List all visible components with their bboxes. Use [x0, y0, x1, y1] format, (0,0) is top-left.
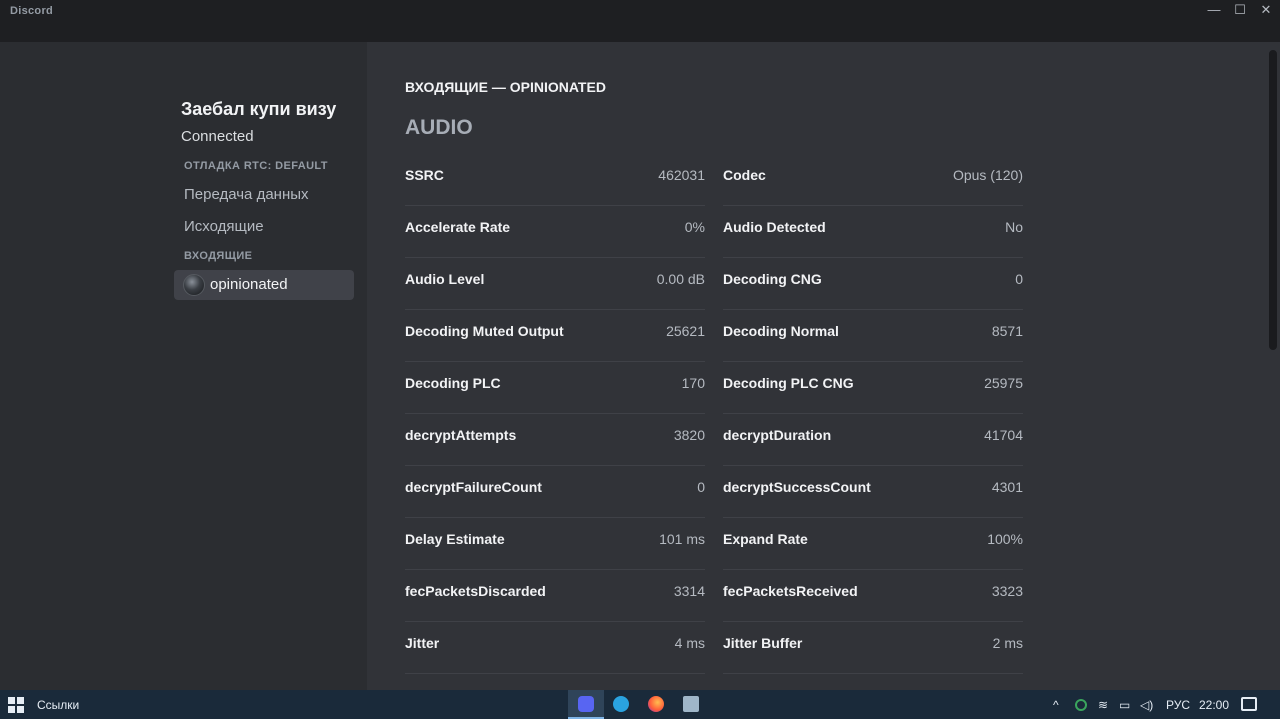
clock[interactable]: 22:00 [1199, 698, 1229, 712]
scrollbar-thumb[interactable] [1269, 50, 1277, 350]
stat-row: decryptAttempts 3820 [405, 414, 705, 466]
stat-row: decryptSuccessCount 4301 [723, 466, 1023, 518]
stat-row: SSRC 462031 [405, 154, 705, 206]
sidebar-item-outgoing[interactable]: Исходящие [174, 212, 354, 242]
sidebar-item-incoming-user[interactable]: opinionated [174, 270, 354, 300]
stat-label: Decoding PLC CNG [723, 375, 854, 391]
sidebar-item-label: opinionated [210, 276, 288, 293]
sidebar-item-label: Передача данных [184, 186, 309, 203]
stat-value: 2 ms [992, 635, 1023, 651]
stat-label: Decoding Normal [723, 323, 839, 339]
stat-label: fecPacketsReceived [723, 583, 858, 599]
taskbar-app-telegram[interactable] [603, 690, 639, 719]
debug-header: ОТЛАДКА RTC: DEFAULT [184, 160, 328, 172]
stat-value: 41704 [984, 427, 1023, 443]
stat-row: Decoding CNG 0 [723, 258, 1023, 310]
taskbar: Ссылки ^ ≋ ▭ ◁) РУС 22:00 [0, 690, 1280, 719]
stat-value: 8571 [991, 323, 1023, 339]
settings-sidebar: Заебал купи визу Connected ОТЛАДКА RTC: … [0, 42, 367, 690]
stat-value: 4301 [991, 479, 1023, 495]
stat-value: Opus (120) [952, 167, 1023, 183]
stat-row: Decoding Normal 8571 [723, 310, 1023, 362]
stat-label: Decoding CNG [723, 271, 822, 287]
stat-label: fecPacketsDiscarded [405, 583, 546, 599]
stat-value: 3323 [991, 583, 1023, 599]
connection-status: Connected [181, 128, 254, 145]
app-window: Заебал купи визу Connected ОТЛАДКА RTC: … [0, 22, 1280, 690]
stat-label: Decoding Muted Output [405, 323, 564, 339]
stat-value: 4 ms [674, 635, 705, 651]
desktop-app-icon [683, 696, 699, 712]
stat-label: Jitter Buffer [723, 635, 803, 651]
close-button[interactable]: ✕ [1251, 0, 1280, 22]
avatar [183, 274, 205, 296]
stat-value: 25975 [984, 375, 1023, 391]
audio-section-heading: AUDIO [405, 116, 473, 139]
stat-value: No [1005, 219, 1023, 235]
sidebar-item-transport[interactable]: Передача данных [174, 180, 354, 210]
stat-value: 170 [681, 375, 705, 391]
stat-row: Decoding PLC CNG 25975 [723, 362, 1023, 414]
stat-row: Delay Estimate 101 ms [405, 518, 705, 570]
incoming-header: ВХОДЯЩИЕ [184, 250, 253, 262]
stat-value: 3820 [673, 427, 705, 443]
taskbar-app-discord[interactable] [568, 690, 604, 719]
stat-row: Decoding PLC 170 [405, 362, 705, 414]
stat-label: Expand Rate [723, 531, 808, 547]
stat-label: Delay Estimate [405, 531, 505, 547]
stat-label: Codec [723, 167, 766, 183]
taskbar-app-firefox[interactable] [638, 690, 674, 719]
stats-panel: ВХОДЯЩИЕ — OPINIONATED AUDIO SSRC 462031 … [367, 42, 1280, 690]
stat-label: decryptDuration [723, 427, 832, 443]
stat-row: decryptFailureCount 0 [405, 466, 705, 518]
stat-value: 100% [987, 531, 1023, 547]
stat-row: Decoding Muted Output 25621 [405, 310, 705, 362]
stat-label: SSRC [405, 167, 444, 183]
stat-value: 0.00 dB [656, 271, 705, 287]
stat-row: decryptDuration 41704 [723, 414, 1023, 466]
stat-value: 101 ms [659, 531, 705, 547]
battery-icon[interactable]: ▭ [1119, 698, 1130, 712]
title-bar: Discord — ☐ ✕ [0, 0, 1280, 22]
volume-icon[interactable]: ◁) [1140, 698, 1153, 712]
firefox-icon [648, 696, 664, 712]
wifi-icon[interactable]: ≋ [1098, 698, 1108, 712]
app-title: Discord [10, 5, 54, 17]
stat-value: 25621 [666, 323, 705, 339]
stat-label: Decoding PLC [405, 375, 501, 391]
stat-value: 0% [684, 219, 705, 235]
taskbar-links-label[interactable]: Ссылки [37, 698, 79, 712]
stat-row: fecPacketsReceived 3323 [723, 570, 1023, 622]
stat-value: 0 [697, 479, 705, 495]
stat-label: Audio Level [405, 271, 485, 287]
stat-row: Codec Opus (120) [723, 154, 1023, 206]
stat-label: Accelerate Rate [405, 219, 511, 235]
discord-icon [578, 696, 594, 712]
stat-row: Expand Rate 100% [723, 518, 1023, 570]
sidebar-item-label: Исходящие [184, 218, 264, 235]
stat-label: decryptAttempts [405, 427, 517, 443]
stat-label: Jitter [405, 635, 440, 651]
stat-value: 462031 [658, 167, 705, 183]
taskbar-app-desktop[interactable] [673, 690, 709, 719]
notifications-icon[interactable] [1241, 697, 1257, 711]
stat-label: decryptFailureCount [405, 479, 542, 495]
telegram-icon [613, 696, 629, 712]
language-indicator[interactable]: РУС [1166, 698, 1190, 712]
stat-value: 3314 [673, 583, 705, 599]
stat-row: Accelerate Rate 0% [405, 206, 705, 258]
page-title: ВХОДЯЩИЕ — OPINIONATED [405, 79, 606, 95]
stat-row: fecPacketsDiscarded 3314 [405, 570, 705, 622]
channel-title: Заебал купи визу [181, 99, 337, 119]
tray-chevron-icon[interactable]: ^ [1053, 698, 1059, 712]
stat-label: decryptSuccessCount [723, 479, 871, 495]
stat-row: Jitter 4 ms [405, 622, 705, 674]
stat-label: Audio Detected [723, 219, 826, 235]
stat-row: Audio Level 0.00 dB [405, 258, 705, 310]
start-button[interactable] [8, 697, 24, 713]
stat-row: Audio Detected No [723, 206, 1023, 258]
stat-value: 0 [1015, 271, 1023, 287]
tray-status-icon[interactable] [1075, 699, 1087, 711]
stat-row: Jitter Buffer 2 ms [723, 622, 1023, 674]
